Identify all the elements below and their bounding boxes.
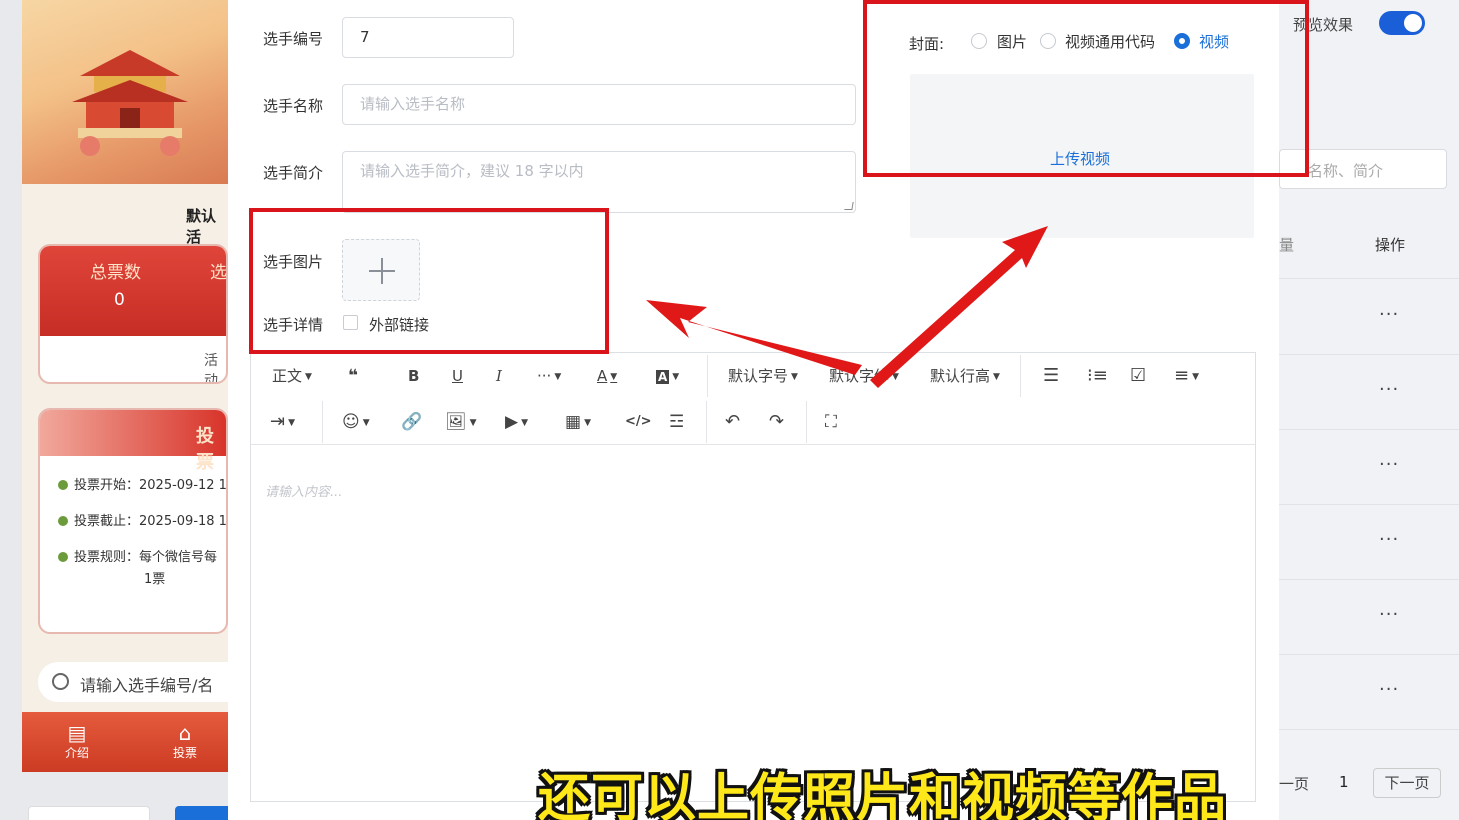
- name-label: 选手名称: [263, 97, 324, 115]
- player-search-input[interactable]: 请输入选手编号/名: [38, 662, 228, 702]
- number-input[interactable]: 7: [342, 17, 514, 58]
- font-family-select[interactable]: 默认字体 ▼: [829, 364, 899, 388]
- editor-content[interactable]: 请输入内容...: [265, 481, 342, 500]
- event-banner: [22, 0, 228, 184]
- vote-start-line: 投票开始：2025-09-12 1: [58, 474, 226, 493]
- undo-icon[interactable]: ↶: [725, 410, 740, 434]
- intro-label: 选手简介: [263, 164, 324, 182]
- blockquote-icon[interactable]: ❝: [348, 364, 358, 388]
- bg-color-icon[interactable]: A ▼: [656, 364, 679, 388]
- image-icon[interactable]: 🖼 ▼: [445, 410, 477, 434]
- row-action-button[interactable]: ···: [1379, 454, 1399, 475]
- column-header-votes: 量: [1279, 236, 1295, 254]
- todo-icon[interactable]: ☑: [1130, 364, 1146, 388]
- vote-end-line: 投票截止：2025-09-18 1: [58, 510, 226, 529]
- font-size-select[interactable]: 默认字号 ▼: [728, 364, 798, 388]
- bg-confirm-button[interactable]: [175, 806, 235, 820]
- resize-grip-icon[interactable]: [844, 202, 854, 210]
- row-action-button[interactable]: ···: [1379, 304, 1399, 325]
- line-height-select[interactable]: 默认行高 ▼: [930, 364, 1000, 388]
- table-icon[interactable]: ▦ ▼: [565, 410, 591, 434]
- emoji-icon[interactable]: ☺ ▼: [342, 410, 370, 434]
- dot-icon: [58, 552, 68, 562]
- tab-vote[interactable]: ⌂ 投票: [160, 722, 210, 761]
- more-styles-icon[interactable]: ··· ▼: [537, 364, 561, 388]
- link-icon[interactable]: 🔗: [401, 410, 422, 434]
- stats-footer: 活动: [204, 353, 218, 384]
- players-label: 选: [210, 263, 227, 283]
- total-votes-value: 0: [114, 290, 125, 310]
- highlight-box-video: [863, 0, 1309, 177]
- row-action-button[interactable]: ···: [1379, 529, 1399, 550]
- dot-icon: [58, 480, 68, 490]
- vote-rule-cont: 1票: [144, 572, 166, 587]
- video-icon[interactable]: ▶ ▼: [505, 410, 528, 434]
- bg-cancel-button[interactable]: [28, 806, 150, 820]
- fullscreen-icon[interactable]: ⛶: [825, 410, 837, 434]
- italic-icon[interactable]: I: [496, 364, 502, 388]
- bottom-tabbar: ▤ 介绍 ⌂ 投票: [22, 712, 228, 772]
- name-input[interactable]: 请输入选手名称: [342, 84, 856, 125]
- preview-toggle[interactable]: [1379, 11, 1425, 35]
- pager-next[interactable]: 下一页: [1373, 768, 1441, 798]
- search-icon: [52, 673, 69, 690]
- align-icon[interactable]: ≡ ▼: [1174, 364, 1199, 388]
- stats-card: 总票数 选 0 活动: [38, 244, 228, 384]
- divider-icon[interactable]: ☲: [669, 410, 684, 434]
- doc-icon: ▤: [67, 721, 87, 745]
- row-action-button[interactable]: ···: [1379, 379, 1399, 400]
- row-action-button[interactable]: ···: [1379, 679, 1399, 700]
- rich-text-editor: 正文 ▼ ❝ B U I ··· ▼ A ▼ A ▼ 默认字号 ▼ 默认字体 ▼ 默认行高 ▼…: [250, 352, 1256, 802]
- font-color-icon[interactable]: A ▼: [597, 364, 617, 388]
- editor-toolbar-row-1: 正文 ▼ ❝ B U I ··· ▼ A ▼ A ▼ 默认字号 ▼ 默认字体 ▼ 默认行高 ▼…: [251, 353, 1255, 399]
- default-activity-label: 默认活: [186, 207, 217, 246]
- total-votes-label: 总票数: [90, 263, 141, 283]
- pager-current[interactable]: 1: [1339, 773, 1349, 791]
- vote-card-title: 投票: [196, 426, 214, 473]
- bullet-list-icon[interactable]: ☰: [1043, 364, 1059, 388]
- vote-info-card: 投票 投票开始：2025-09-12 1 投票截止：2025-09-18 1 投…: [38, 408, 228, 634]
- numbered-list-icon[interactable]: ⁝≡: [1087, 364, 1108, 388]
- vote-rule-line: 投票规则：每个微信号每: [58, 546, 217, 565]
- indent-icon[interactable]: ⇥ ▼: [270, 410, 295, 434]
- redo-icon[interactable]: ↷: [769, 410, 784, 434]
- row-action-button[interactable]: ···: [1379, 604, 1399, 625]
- video-caption: 还可以上传照片和视频等作品: [538, 769, 1228, 820]
- number-label: 选手编号: [263, 30, 324, 48]
- tab-intro[interactable]: ▤ 介绍: [52, 722, 102, 761]
- phone-preview: 默认活 总票数 选 0 活动 投票 投票开始：2025-09-12 1 投票截止…: [22, 0, 228, 772]
- home-icon: ⌂: [178, 721, 192, 745]
- pagoda-illustration: [72, 50, 188, 156]
- paragraph-select[interactable]: 正文 ▼: [272, 364, 312, 388]
- highlight-box-image: [249, 208, 609, 354]
- intro-textarea[interactable]: 请输入选手简介，建议 18 字以内: [342, 151, 856, 213]
- bold-icon[interactable]: B: [408, 364, 419, 388]
- dot-icon: [58, 516, 68, 526]
- underline-icon[interactable]: U: [452, 364, 463, 388]
- pager-prev[interactable]: 一页: [1279, 773, 1309, 794]
- phone-preview-area: 默认活 总票数 选 0 活动 投票 投票开始：2025-09-12 1 投票截止…: [0, 0, 235, 820]
- column-header-actions: 操作: [1375, 236, 1406, 254]
- code-icon[interactable]: </>: [625, 410, 652, 434]
- editor-toolbar-row-2: ⇥ ▼ ☺ ▼ 🔗 🖼 ▼ ▶ ▼ ▦ ▼ </> ☲ ↶ ↷ ⛶: [251, 399, 1255, 445]
